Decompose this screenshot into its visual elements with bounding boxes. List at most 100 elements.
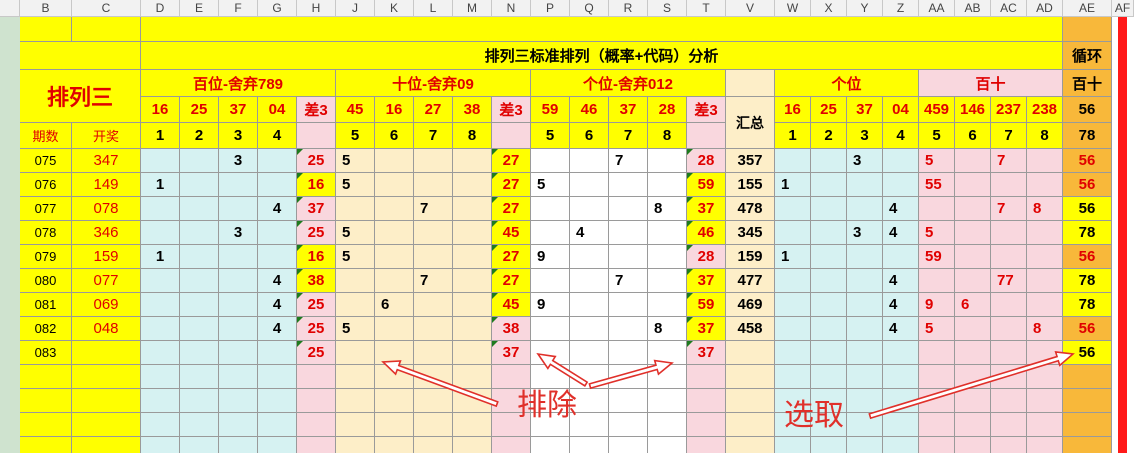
column-header-n[interactable]: N (492, 0, 531, 17)
tens-cell[interactable] (336, 341, 375, 365)
hundreds-cell[interactable] (219, 293, 258, 317)
tens-cell[interactable]: 5 (336, 173, 375, 197)
hundred-ten-cell[interactable]: 9 (919, 293, 955, 317)
column-header-c[interactable]: C (72, 0, 141, 17)
tens-diff-cell[interactable]: 37 (492, 341, 531, 365)
units-cell[interactable] (570, 197, 609, 221)
hundreds-cell[interactable]: 1 (141, 173, 180, 197)
hundreds-cell[interactable]: 4 (258, 269, 297, 293)
tens-cell[interactable]: 5 (336, 245, 375, 269)
hundred-ten-cell[interactable] (1027, 149, 1063, 173)
hundred-ten-cell[interactable] (991, 341, 1027, 365)
units2-cell[interactable]: 4 (883, 221, 919, 245)
units2-cell[interactable] (775, 149, 811, 173)
column-header-e[interactable]: E (180, 0, 219, 17)
tens-diff-cell[interactable]: 45 (492, 221, 531, 245)
period-cell[interactable]: 079 (20, 245, 72, 269)
hundreds-cell[interactable]: 4 (258, 317, 297, 341)
tens-cell[interactable] (414, 173, 453, 197)
hundreds-cell[interactable] (180, 173, 219, 197)
units-cell[interactable] (531, 197, 570, 221)
hundred-ten-cell[interactable]: 55 (919, 173, 955, 197)
hundreds-cell[interactable] (141, 317, 180, 341)
tens-cell[interactable] (336, 269, 375, 293)
draw-cell[interactable]: 048 (72, 317, 141, 341)
tens-cell[interactable] (414, 149, 453, 173)
units-cell[interactable] (648, 341, 687, 365)
column-header-p[interactable]: P (531, 0, 570, 17)
hundred-ten-cell[interactable] (955, 341, 991, 365)
column-header-y[interactable]: Y (847, 0, 883, 17)
hundreds-cell[interactable] (258, 149, 297, 173)
hundreds-cell[interactable]: 3 (219, 149, 258, 173)
draw-cell[interactable]: 159 (72, 245, 141, 269)
units-cell[interactable] (570, 149, 609, 173)
units-cell[interactable] (531, 269, 570, 293)
hundreds-cell[interactable] (258, 221, 297, 245)
hundreds-cell[interactable] (141, 149, 180, 173)
hundred-ten-cell[interactable]: 5 (919, 221, 955, 245)
units-diff-cell[interactable]: 37 (687, 269, 726, 293)
period-cell[interactable]: 081 (20, 293, 72, 317)
hundred-ten-cell[interactable] (1027, 293, 1063, 317)
summary-cell[interactable]: 478 (726, 197, 775, 221)
units-cell[interactable] (648, 293, 687, 317)
column-header-m[interactable]: M (453, 0, 492, 17)
hundred-ten-cell[interactable] (955, 317, 991, 341)
hundred-ten-cell[interactable] (991, 221, 1027, 245)
units-cell[interactable]: 8 (648, 317, 687, 341)
hundreds-cell[interactable] (180, 149, 219, 173)
period-cell[interactable]: 083 (20, 341, 72, 365)
tens-diff-cell[interactable]: 45 (492, 293, 531, 317)
hundreds-diff-cell[interactable]: 25 (297, 341, 336, 365)
tens-cell[interactable] (453, 221, 492, 245)
tens-cell[interactable]: 7 (414, 269, 453, 293)
period-cell[interactable]: 080 (20, 269, 72, 293)
summary-cell[interactable]: 469 (726, 293, 775, 317)
units-cell[interactable] (570, 341, 609, 365)
units2-cell[interactable] (775, 293, 811, 317)
ae-cell[interactable]: 56 (1063, 245, 1112, 269)
units-cell[interactable] (570, 245, 609, 269)
units2-cell[interactable] (811, 269, 847, 293)
hundreds-cell[interactable] (258, 173, 297, 197)
tens-diff-cell[interactable]: 27 (492, 173, 531, 197)
units-cell[interactable] (609, 317, 648, 341)
units-cell[interactable]: 4 (570, 221, 609, 245)
hundred-ten-cell[interactable]: 77 (991, 269, 1027, 293)
units2-cell[interactable] (847, 317, 883, 341)
tens-cell[interactable] (375, 317, 414, 341)
period-cell[interactable]: 077 (20, 197, 72, 221)
tens-cell[interactable] (453, 245, 492, 269)
hundreds-cell[interactable] (219, 173, 258, 197)
units-cell[interactable] (531, 317, 570, 341)
hundred-ten-cell[interactable] (991, 173, 1027, 197)
summary-cell[interactable]: 345 (726, 221, 775, 245)
hundred-ten-cell[interactable] (1027, 245, 1063, 269)
units2-cell[interactable] (811, 149, 847, 173)
tens-cell[interactable]: 5 (336, 149, 375, 173)
draw-cell[interactable]: 069 (72, 293, 141, 317)
hundred-ten-cell[interactable]: 8 (1027, 317, 1063, 341)
select-all-corner[interactable] (0, 0, 20, 17)
units-diff-cell[interactable]: 37 (687, 317, 726, 341)
units2-cell[interactable] (775, 221, 811, 245)
hundreds-cell[interactable] (180, 245, 219, 269)
tens-cell[interactable]: 6 (375, 293, 414, 317)
hundred-ten-cell[interactable] (991, 245, 1027, 269)
units2-cell[interactable] (883, 245, 919, 269)
hundred-ten-cell[interactable] (955, 149, 991, 173)
units2-cell[interactable] (883, 341, 919, 365)
ae-cell[interactable]: 78 (1063, 221, 1112, 245)
units-cell[interactable] (648, 245, 687, 269)
tens-cell[interactable] (336, 293, 375, 317)
tens-diff-cell[interactable]: 27 (492, 269, 531, 293)
tens-cell[interactable] (375, 149, 414, 173)
units-cell[interactable] (609, 293, 648, 317)
column-header-r[interactable]: R (609, 0, 648, 17)
draw-cell[interactable]: 149 (72, 173, 141, 197)
hundred-ten-cell[interactable] (955, 173, 991, 197)
column-header-l[interactable]: L (414, 0, 453, 17)
units-cell[interactable] (648, 269, 687, 293)
ae-cell[interactable]: 56 (1063, 317, 1112, 341)
